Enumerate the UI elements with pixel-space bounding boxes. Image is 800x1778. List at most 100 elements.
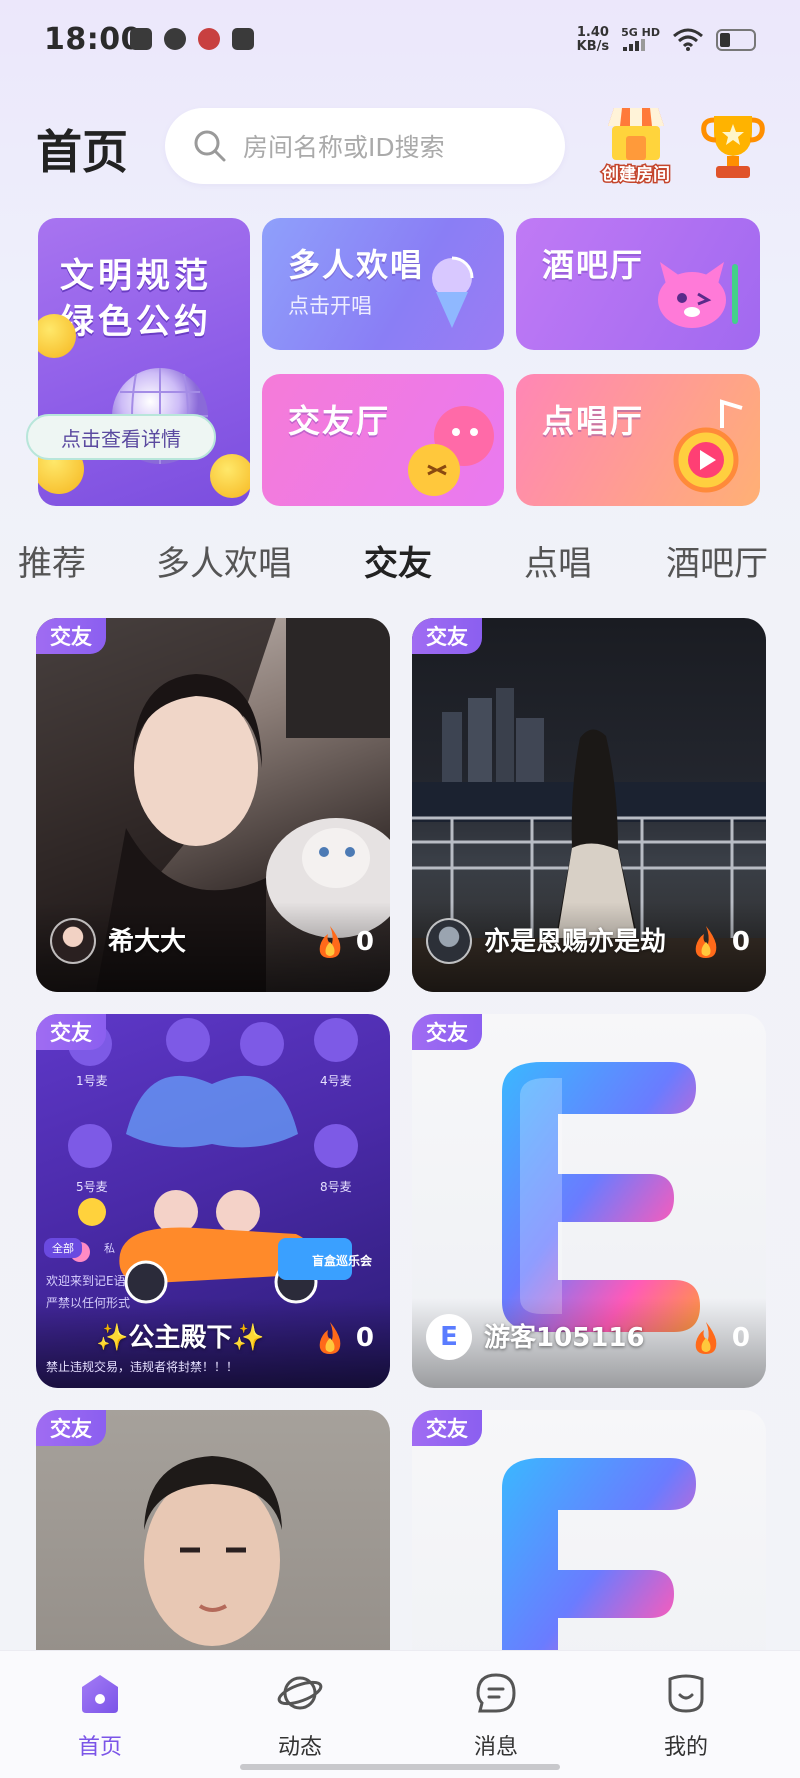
welcome-message: 欢迎来到记E语 [46,1274,126,1288]
room-card[interactable]: 交友 [36,1410,390,1650]
multi-sing-card[interactable]: 多人欢唱 点击开唱 [262,218,504,350]
battery-icon [716,29,756,51]
search-icon [194,130,226,162]
search-placeholder: 房间名称或ID搜索 [243,133,445,162]
music-play-icon [673,399,743,493]
room-name: 希大大 [108,927,187,957]
fire-icon [319,1322,341,1354]
message-icon [476,1673,516,1713]
view-details-button[interactable]: 点击查看详情 [26,414,216,460]
banner-line2: 绿色公约 [60,302,212,342]
multi-sing-title: 多人欢唱 [288,246,425,284]
microphone-icon [432,256,474,328]
room-cover-image [502,1458,696,1650]
emoji-sticker [38,314,76,358]
home-icon [82,1675,118,1713]
room-card[interactable]: 交友 E 游客105116 0 [412,1014,766,1388]
room-name: ✨公主殿下✨ [96,1323,265,1353]
room-tag: 交友 [36,1410,106,1446]
room-heat: 0 [690,1320,750,1356]
room-card[interactable]: 交友 亦是恩赐亦是劫 0 [412,618,766,992]
avatar [50,918,96,964]
bag-notification-icon [232,28,254,50]
status-bar: 18:00 1.40 KB/s 5G HD [0,0,800,84]
chat-tab-private: 私 [104,1242,115,1255]
bar-room-title: 酒吧厅 [542,246,645,284]
friend-room-title: 交友厅 [288,402,391,440]
create-room-button[interactable]: 创建房间 [592,104,680,188]
chat-tab-all: 全部 [44,1238,82,1258]
link-notification-icon [164,28,186,50]
room-tag: 交友 [36,618,106,654]
page-title: 首页 [36,125,128,179]
notification-icons [130,28,254,50]
song-room-title: 点唱厅 [542,402,645,440]
nav-messages-label: 消息 [473,1735,518,1760]
heat-count: 0 [355,927,374,957]
banner-line1: 文明规范 [60,256,212,296]
multi-sing-subtitle: 点击开唱 [288,294,372,318]
room-heat: 0 [314,924,374,960]
nav-feed-label: 动态 [277,1735,322,1760]
signal-indicator: 5G HD [621,26,660,54]
avatar: E [426,1314,472,1360]
rule-message: 禁止违规交易，违规者将封禁！！！ [46,1360,239,1374]
heat-count: 0 [731,1323,750,1353]
nav-home[interactable]: 首页 [40,1671,160,1761]
bottom-navigation: 首页 动态 消息 我的 [0,1650,800,1778]
mic-label: 5号麦 [76,1180,108,1194]
room-cover-image [144,1456,282,1646]
nav-messages[interactable]: 消息 [436,1671,556,1761]
song-room-card[interactable]: 点唱厅 [516,374,760,506]
room-card[interactable]: 交友 [412,1410,766,1650]
nav-feed[interactable]: 动态 [240,1671,360,1761]
wifi-icon [673,28,703,51]
nav-profile-label: 我的 [663,1735,708,1760]
app-notification-icon [130,28,152,50]
profile-icon [668,1674,704,1713]
avatar [426,918,472,964]
create-room-label: 创建房间 [601,164,672,187]
weibo-notification-icon [198,28,220,50]
emoji-sticker [210,454,250,498]
shop-icon [608,108,664,160]
signal-bars-icon [623,38,646,51]
tab-recommend[interactable]: 推荐 [18,536,86,585]
network-speed: 1.40 KB/s [576,25,610,54]
room-card[interactable]: 交友 希大大 0 [36,618,390,992]
mic-label: 4号麦 [320,1074,352,1088]
room-name: 亦是恩赐亦是劫 [484,927,667,957]
room-grid: 交友 希大大 0 交友 亦是恩赐亦是劫 0 1号麦 4号麦 5号麦 8号麦 全部… [0,618,800,1650]
room-tag: 交友 [36,1014,106,1050]
room-tag: 交友 [412,1014,482,1050]
room-heat: 0 [690,924,750,960]
tab-song-request[interactable]: 点唱 [524,536,592,585]
category-tabs: 推荐 多人欢唱 交友 点唱 酒吧厅 [0,536,800,592]
planet-icon [277,1676,323,1710]
heat-count: 0 [355,1323,374,1353]
room-tag: 交友 [412,1410,482,1446]
trophy-icon[interactable] [700,110,766,182]
room-card[interactable]: 1号麦 4号麦 5号麦 8号麦 全部 私 盲盒巡乐会 欢迎来到记E语 严禁以任何… [36,1014,390,1388]
bar-room-card[interactable]: 酒吧厅 [516,218,760,350]
party-mascot-icon [658,262,738,328]
tab-multi-sing[interactable]: 多人欢唱 [156,536,292,585]
room-heat: 0 [314,1320,374,1356]
search-bar[interactable]: 房间名称或ID搜索 [165,108,565,184]
chat-bubbles-icon [408,406,494,496]
room-name: 游客105116 [484,1323,645,1353]
civilized-convention-banner[interactable]: 文明规范 绿色公约 [38,218,250,506]
nav-home-label: 首页 [77,1735,122,1760]
tab-bar[interactable]: 酒吧厅 [666,536,768,585]
room-tag: 交友 [412,618,482,654]
fire-icon [695,926,717,958]
status-time: 18:00 [44,22,142,57]
home-indicator[interactable] [240,1764,560,1770]
friend-room-card[interactable]: 交友厅 [262,374,504,506]
mic-label: 8号麦 [320,1180,352,1194]
nav-profile[interactable]: 我的 [626,1671,746,1761]
tab-friends[interactable]: 交友 [364,536,432,585]
fire-icon [319,926,341,958]
header: 首页 房间名称或ID搜索 创建房间 [0,100,800,190]
fire-icon [695,1322,717,1354]
